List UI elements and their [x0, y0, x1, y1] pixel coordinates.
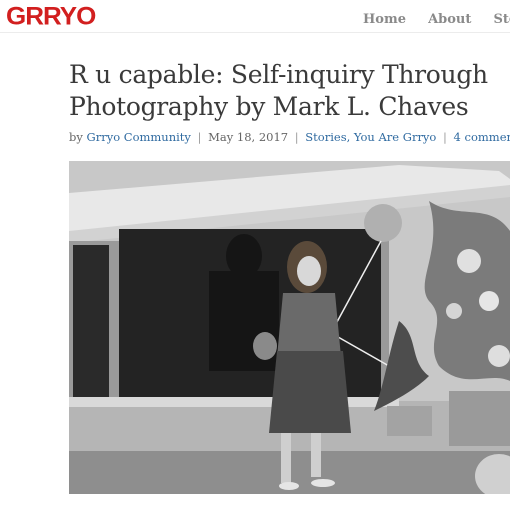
category-links[interactable]: Stories, You Are Grryo — [305, 130, 436, 144]
meta-separator: | — [197, 130, 202, 144]
meta-separator: | — [443, 130, 447, 144]
author-link[interactable]: Grryo Community — [87, 130, 191, 144]
nav-item-stories[interactable]: Stor — [493, 12, 510, 27]
site-logo[interactable]: GRRYO — [6, 2, 96, 31]
meta-separator: | — [294, 130, 299, 144]
comments-link[interactable]: 4 comments — [454, 130, 510, 144]
post-title: R u capable: Self-inquiry Through Photog… — [69, 60, 488, 121]
nav-item-about[interactable]: About — [428, 12, 471, 27]
author-prefix: by — [69, 130, 83, 144]
nav-item-home[interactable]: Home — [363, 12, 406, 27]
photo-illustration — [69, 161, 510, 494]
site-header: GRRYO Home About Stor — [0, 0, 510, 33]
featured-photo — [69, 161, 510, 494]
post-date: May 18, 2017 — [208, 130, 289, 144]
main-nav: Home About Stor — [363, 8, 510, 27]
post-meta: by Grryo Community | May 18, 2017 | Stor… — [69, 130, 510, 144]
